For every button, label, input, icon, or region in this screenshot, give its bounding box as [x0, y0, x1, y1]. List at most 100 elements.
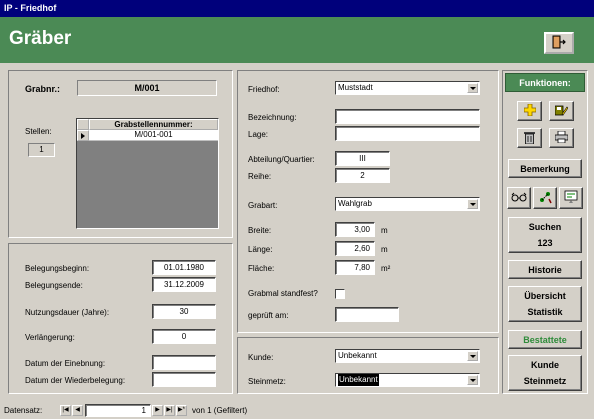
window-title: IP - Friedhof	[4, 3, 57, 13]
trash-icon	[524, 131, 535, 146]
stellen-label: Stellen:	[25, 127, 52, 136]
geprueft-field[interactable]	[335, 307, 399, 322]
last-record-button[interactable]: ▶|	[164, 405, 175, 416]
window-title-bar: IP - Friedhof	[0, 0, 594, 17]
save-edit-icon	[554, 104, 569, 118]
grave-plan-icon	[564, 190, 578, 206]
grabmal-checkbox[interactable]	[335, 289, 345, 299]
verlaengerung-field[interactable]: 0	[152, 329, 216, 344]
laenge-unit: m	[381, 245, 388, 254]
grabmal-label: Grabmal standfest?	[248, 289, 318, 298]
lage-field[interactable]	[335, 126, 480, 141]
suchen-button[interactable]: Suchen 123	[508, 217, 582, 253]
grabart-label: Grabart:	[248, 201, 278, 210]
flaeche-field[interactable]: 7,80	[335, 260, 375, 275]
reihe-field[interactable]: 2	[335, 168, 390, 183]
belegungsbeginn-field[interactable]: 01.01.1980	[152, 260, 216, 275]
last-record-icon: ▶|	[166, 407, 173, 413]
save-record-button[interactable]	[549, 101, 574, 121]
steinmetz-value: Unbekannt	[338, 374, 379, 386]
next-record-button[interactable]: ▶	[152, 405, 163, 416]
grab-panel: Grabnr.: M/001 Stellen: 1 Grabstellennum…	[8, 70, 233, 238]
record-number-field[interactable]: 1	[85, 404, 151, 417]
uebersicht-statistik-button[interactable]: Übersicht Statistik	[508, 286, 582, 322]
verlaengerung-label: Verlängerung:	[25, 333, 75, 342]
reihe-label: Reihe:	[248, 172, 272, 181]
form-header: Gräber	[0, 17, 594, 63]
grabnr-field[interactable]: M/001	[77, 80, 217, 96]
plus-icon	[523, 103, 536, 118]
laenge-label: Länge:	[248, 245, 273, 254]
nutzungsdauer-field[interactable]: 30	[152, 304, 216, 319]
laenge-field[interactable]: 2,60	[335, 241, 375, 256]
record-selector[interactable]	[77, 130, 89, 141]
datensatz-label: Datensatz:	[4, 406, 43, 415]
kunde-steinmetz-button[interactable]: Kunde Steinmetz	[508, 355, 582, 391]
wiederbelegung-label: Datum der Wiederbelegung:	[25, 376, 126, 385]
add-record-button[interactable]	[517, 101, 542, 121]
geprueft-label: geprüft am:	[248, 311, 289, 320]
first-record-icon: |◀	[62, 407, 69, 413]
previous-record-button[interactable]: ◀	[72, 405, 83, 416]
exit-button[interactable]	[544, 32, 574, 54]
print-button[interactable]	[549, 128, 574, 148]
kunde-button-label: Kunde	[531, 360, 559, 370]
grabart-select[interactable]: Wahlgrab	[335, 197, 480, 211]
bezeichnung-field[interactable]	[335, 109, 480, 124]
abteilung-field[interactable]: III	[335, 151, 390, 166]
breite-field[interactable]: 3,00	[335, 222, 375, 237]
kunde-value: Unbekannt	[338, 351, 377, 360]
flaeche-label: Fläche:	[248, 264, 275, 273]
glasses-icon	[511, 192, 527, 204]
table-row[interactable]: M/001-001	[89, 130, 218, 141]
new-record-icon: ▶*	[178, 407, 185, 413]
location-map-icon	[538, 190, 552, 206]
einebnung-field[interactable]	[152, 355, 216, 370]
details-panel: Friedhof: Muststadt Bezeichnung: Lage: A…	[237, 70, 499, 333]
suchen-label: Suchen	[528, 222, 562, 232]
friedhof-value: Muststadt	[338, 83, 373, 92]
chevron-down-icon[interactable]	[467, 375, 478, 385]
map-view-button[interactable]	[533, 187, 557, 209]
flaeche-unit: m²	[381, 264, 391, 273]
chevron-down-icon[interactable]	[467, 351, 478, 361]
plan-view-button[interactable]	[559, 187, 583, 209]
kunde-panel: Kunde: Unbekannt Steinmetz: Unbekannt	[237, 337, 499, 394]
grabstellen-subform[interactable]: Grabstellennummer: M/001-001	[76, 118, 219, 229]
chevron-down-icon[interactable]	[467, 199, 478, 209]
record-navigation-bar: Datensatz: |◀ ◀ 1 ▶ ▶| ▶* von 1 (Gefilte…	[0, 403, 594, 419]
subform-corner	[77, 119, 89, 130]
functions-title: Funktionen:	[505, 73, 585, 92]
grabart-value: Wahlgrab	[338, 199, 372, 208]
first-record-button[interactable]: |◀	[60, 405, 71, 416]
statistik-label: Statistik	[527, 307, 563, 317]
chevron-down-icon[interactable]	[467, 83, 478, 93]
belegungsende-label: Belegungsende:	[25, 281, 83, 290]
page-title: Gräber	[9, 28, 72, 49]
steinmetz-select[interactable]: Unbekannt	[335, 373, 480, 387]
belegung-panel: Belegungsbeginn: 01.01.1980 Belegungsend…	[8, 243, 233, 394]
grabstellennummer-cell: M/001-001	[134, 130, 173, 139]
kunde-select[interactable]: Unbekannt	[335, 349, 480, 363]
stellen-field: 1	[28, 143, 55, 157]
steinmetz-label: Steinmetz:	[248, 377, 286, 386]
historie-button[interactable]: Historie	[508, 260, 582, 279]
delete-record-button[interactable]	[517, 128, 542, 148]
bestattete-button[interactable]: Bestattete	[508, 330, 582, 349]
suchen-sub-label: 123	[537, 238, 553, 248]
wiederbelegung-field[interactable]	[152, 372, 216, 387]
kunde-label: Kunde:	[248, 353, 274, 362]
friedhof-select[interactable]: Muststadt	[335, 81, 480, 95]
subform-column-header: Grabstellennummer:	[89, 119, 218, 130]
view-glasses-button[interactable]	[507, 187, 531, 209]
exit-door-icon	[552, 35, 566, 51]
belegungsende-field[interactable]: 31.12.2009	[152, 277, 216, 292]
new-record-button[interactable]: ▶*	[176, 405, 187, 416]
friedhof-label: Friedhof:	[248, 85, 280, 94]
bemerkung-button[interactable]: Bemerkung	[508, 159, 582, 178]
lage-label: Lage:	[248, 130, 269, 139]
functions-panel: Funktionen: Bemerkung Suchen 123 Histori…	[502, 70, 588, 394]
next-record-icon: ▶	[155, 407, 160, 413]
steinmetz-button-label: Steinmetz	[523, 376, 567, 386]
belegungsbeginn-label: Belegungsbeginn:	[25, 264, 90, 273]
